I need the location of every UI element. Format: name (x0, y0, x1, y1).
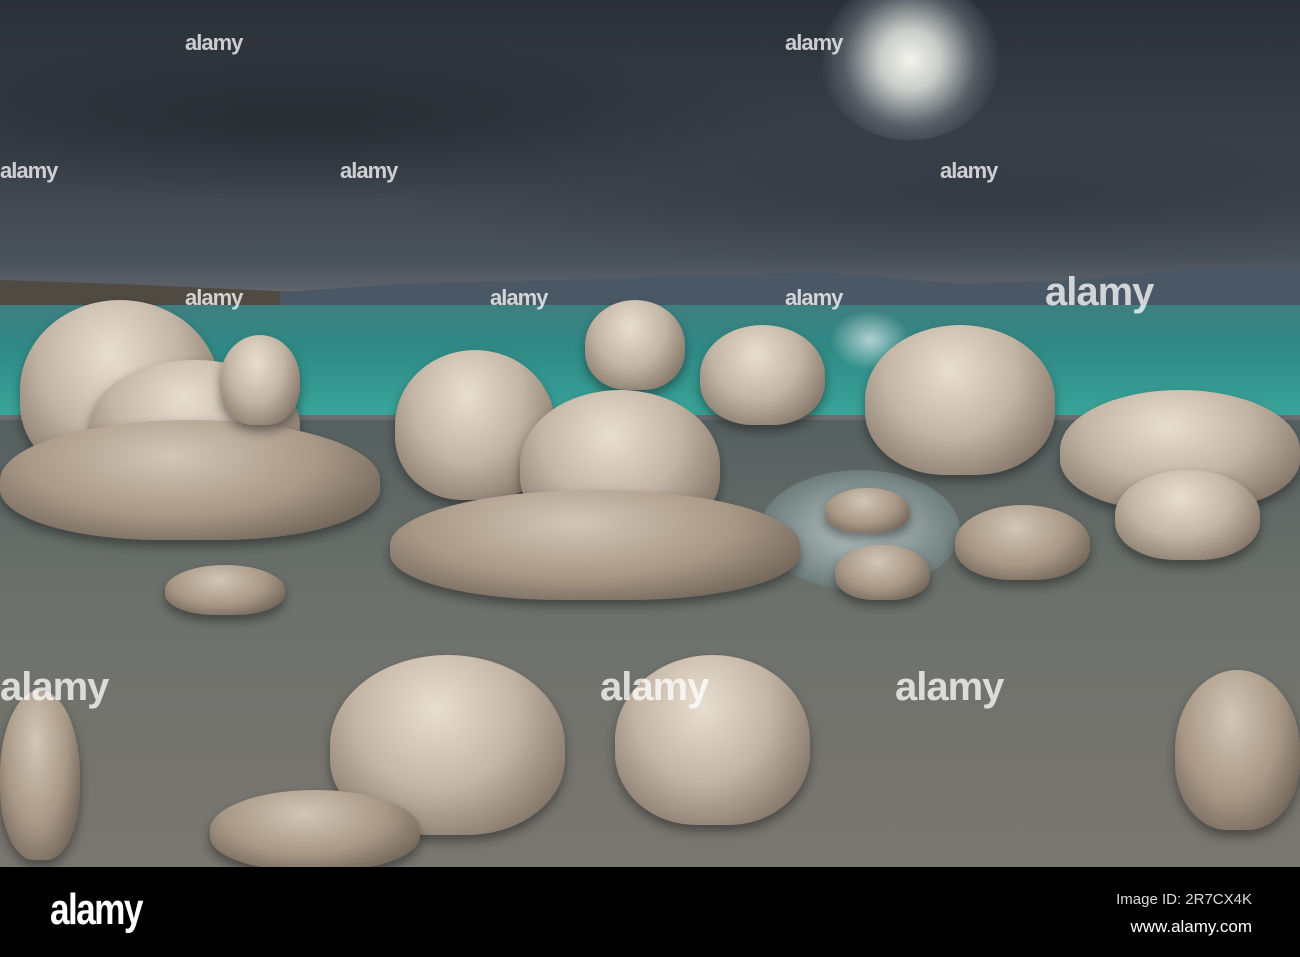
stock-photo: alamy alamy alamy alamy alamy alamy alam… (0, 0, 1300, 867)
watermark: alamy (0, 158, 58, 183)
watermark: alamy (340, 158, 398, 183)
salt-formation (390, 490, 800, 600)
salt-formation (1115, 470, 1260, 560)
watermark: alamy (490, 285, 548, 310)
watermark: alamy (785, 30, 843, 55)
salt-formation (955, 505, 1090, 580)
watermark: alamy (940, 158, 998, 183)
salt-formation (585, 300, 685, 390)
salt-formation (220, 335, 300, 425)
salt-formation (210, 790, 420, 867)
alamy-logo: alamy (50, 885, 143, 934)
salt-formation (0, 690, 80, 860)
salt-formation (1175, 670, 1300, 830)
watermark: alamy (785, 285, 843, 310)
watermark: alamy (895, 665, 1004, 709)
site-url: www.alamy.com (1130, 917, 1252, 936)
salt-formation (825, 488, 910, 533)
salt-formation (700, 325, 825, 425)
watermark: alamy (0, 665, 109, 709)
footer-bar: alamy Image ID: 2R7CX4K www.alamy.com (0, 867, 1300, 957)
salt-formation (865, 325, 1055, 475)
watermark: alamy (600, 665, 709, 709)
watermark: alamy (185, 30, 243, 55)
watermark: alamy (1045, 270, 1154, 314)
salt-formation (165, 565, 285, 615)
image-id: Image ID: 2R7CX4K (1116, 891, 1252, 908)
watermark: alamy (185, 285, 243, 310)
salt-formation (0, 420, 380, 540)
salt-formation (835, 545, 930, 600)
